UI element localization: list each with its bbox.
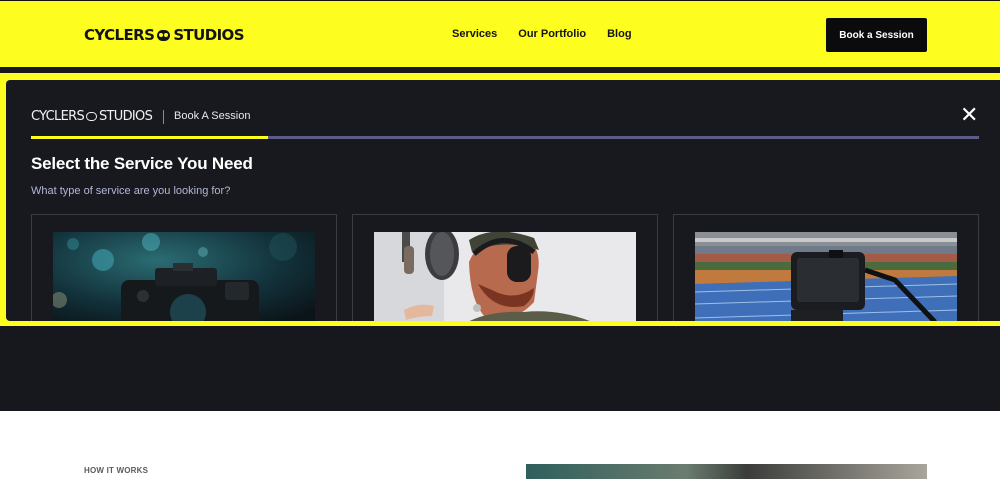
nav-blog[interactable]: Blog [607,28,631,40]
modal-breadcrumb: Book A Session [174,110,251,122]
modal-title: Select the Service You Need [31,154,253,173]
how-it-works-image [526,464,927,479]
modal-logo-eyes-icon [86,112,97,121]
how-it-works-label: HOW IT WORKS [84,466,149,475]
modal-logo-text-right: STUDIOS [99,109,153,124]
logo-text-left: CYCLERS [84,26,155,44]
nav-services[interactable]: Services [452,28,497,40]
modal-logo: CYCLERS STUDIOS [31,109,153,124]
logo-text-right: STUDIOS [173,26,244,44]
singer-studio-image [374,232,636,321]
book-session-button[interactable]: Book a Session [826,18,927,52]
modal-logo-text-left: CYCLERS [31,109,85,124]
close-icon[interactable]: ✕ [960,105,978,127]
modal-header-divider [163,110,164,124]
stadium-camera-image [695,232,957,321]
service-card-recording[interactable] [352,214,658,321]
service-card-video[interactable] [673,214,979,321]
site-logo[interactable]: CYCLERS STUDIOS [84,26,245,44]
service-card-photography[interactable] [31,214,337,321]
booking-progress-bar [31,136,979,139]
booking-modal: CYCLERS STUDIOS Book A Session ✕ Select … [6,80,1000,321]
modal-subtitle: What type of service are you looking for… [31,185,231,197]
logo-eyes-icon [157,29,171,41]
booking-progress-fill [31,136,268,139]
camera-photo-image [53,232,315,321]
main-nav: Services Our Portfolio Blog [452,28,632,40]
site-header: CYCLERS STUDIOS Services Our Portfolio B… [0,0,1000,67]
nav-portfolio[interactable]: Our Portfolio [518,28,586,40]
service-cards [31,214,979,321]
